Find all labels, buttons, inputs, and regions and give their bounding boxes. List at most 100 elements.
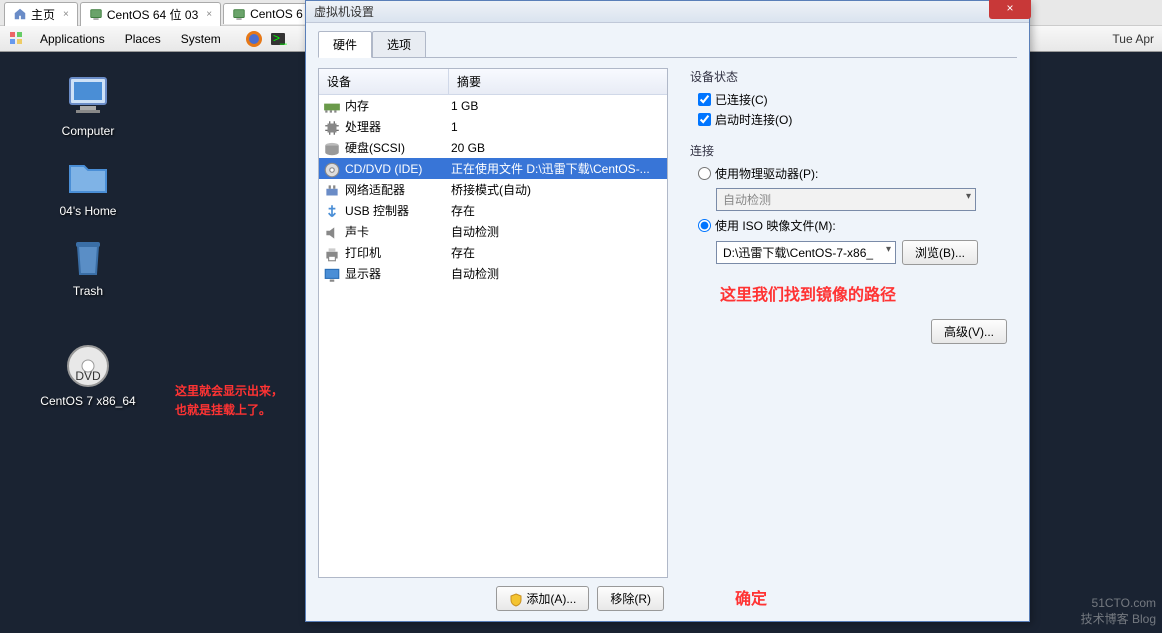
svg-text:DVD: DVD — [75, 369, 101, 383]
group-title: 连接 — [690, 142, 1013, 159]
vm-settings-dialog: 虚拟机设置 × 硬件 选项 设备 摘要 内存 — [305, 0, 1030, 622]
desktop-icon-label: CentOS 7 x86_64 — [38, 394, 138, 408]
dialog-titlebar[interactable]: 虚拟机设置 — [306, 1, 1029, 23]
hw-name: 处理器 — [345, 118, 451, 135]
hw-summary: 存在 — [451, 202, 663, 219]
hardware-header: 设备 摘要 — [319, 69, 667, 95]
remove-hardware-button[interactable]: 移除(R) — [597, 586, 664, 611]
firefox-icon[interactable] — [245, 30, 263, 48]
tab-vm-1[interactable]: CentOS 64 位 03 × — [80, 2, 221, 26]
hw-row-disk[interactable]: 硬盘(SCSI) 20 GB — [319, 137, 667, 158]
dialog-content: 设备 摘要 内存 1 GB 处理器 1 — [318, 58, 1017, 613]
checkbox-input[interactable] — [698, 113, 711, 126]
physical-drive-combo[interactable]: 自动检测 — [716, 188, 976, 211]
hw-name: 网络适配器 — [345, 181, 451, 198]
close-icon[interactable]: × — [206, 9, 212, 20]
tab-vm-2[interactable]: CentOS 6 — [223, 3, 312, 24]
shield-icon — [509, 593, 523, 607]
tab-label: CentOS 64 位 03 — [107, 6, 198, 23]
hw-row-network[interactable]: 网络适配器 桥接模式(自动) — [319, 179, 667, 200]
memory-icon — [323, 98, 341, 114]
add-button-label: 添加(A)... — [526, 592, 576, 606]
group-title: 设备状态 — [690, 68, 1013, 85]
col-device[interactable]: 设备 — [319, 69, 449, 94]
hw-name: CD/DVD (IDE) — [345, 162, 451, 176]
disk-icon — [323, 140, 341, 156]
device-config-panel: 设备状态 已连接(C) 启动时连接(O) 连接 使用物理驱动器(P — [686, 68, 1017, 613]
hw-summary: 1 — [451, 120, 663, 134]
desktop-icon-home[interactable]: 04's Home — [38, 152, 138, 218]
browse-button[interactable]: 浏览(B)... — [902, 240, 978, 265]
desktop-icon-trash[interactable]: Trash — [38, 232, 138, 298]
use-physical-radio[interactable]: 使用物理驱动器(P): — [698, 165, 1013, 182]
advanced-row: 高级(V)... — [690, 319, 1013, 344]
annotation-line: 这里就会显示出来， — [175, 382, 283, 401]
iso-path-combo[interactable]: D:\迅雷下载\CentOS-7-x86_ — [716, 241, 896, 264]
menu-system[interactable]: System — [173, 29, 229, 49]
desktop-icon-label: Trash — [38, 284, 138, 298]
physical-drive-combo-row: 自动检测 — [716, 188, 1013, 211]
cd-icon — [323, 161, 341, 177]
use-iso-radio[interactable]: 使用 ISO 映像文件(M): — [698, 217, 1013, 234]
hw-summary: 自动检测 — [451, 265, 663, 282]
tab-options[interactable]: 选项 — [372, 31, 426, 58]
hw-row-sound[interactable]: 声卡 自动检测 — [319, 221, 667, 242]
apps-icon[interactable] — [8, 30, 26, 48]
cpu-icon — [323, 119, 341, 135]
disc-icon: DVD — [64, 342, 112, 390]
clock[interactable]: Tue Apr — [1112, 32, 1154, 46]
menu-places[interactable]: Places — [117, 29, 169, 49]
tab-hardware[interactable]: 硬件 — [318, 31, 372, 58]
radio-input[interactable] — [698, 219, 711, 232]
network-icon — [323, 182, 341, 198]
hw-row-display[interactable]: 显示器 自动检测 — [319, 263, 667, 284]
computer-icon — [64, 72, 112, 120]
tab-label: 主页 — [31, 6, 55, 23]
dialog-title-text: 虚拟机设置 — [314, 3, 374, 20]
advanced-button[interactable]: 高级(V)... — [931, 319, 1007, 344]
dialog-tabs: 硬件 选项 — [318, 31, 1017, 58]
hw-row-printer[interactable]: 打印机 存在 — [319, 242, 667, 263]
annotation-confirm: 确定 — [735, 585, 767, 609]
connected-checkbox[interactable]: 已连接(C) — [698, 91, 1013, 108]
dialog-close-button[interactable]: × — [989, 0, 1031, 19]
checkbox-label: 已连接(C) — [715, 91, 768, 108]
col-summary[interactable]: 摘要 — [449, 69, 489, 94]
annotation-right: 这里我们找到镜像的路径 — [720, 283, 1013, 309]
hw-summary: 1 GB — [451, 99, 663, 113]
menu-applications[interactable]: Applications — [32, 29, 113, 49]
desktop-icon-computer[interactable]: Computer — [38, 72, 138, 138]
usb-icon — [323, 203, 341, 219]
close-icon[interactable]: × — [63, 9, 69, 20]
display-icon — [323, 266, 341, 282]
trash-icon — [64, 232, 112, 280]
hw-row-usb[interactable]: USB 控制器 存在 — [319, 200, 667, 221]
tab-label: CentOS 6 — [250, 7, 303, 21]
tab-home[interactable]: 主页 × — [4, 2, 78, 26]
hardware-list[interactable]: 内存 1 GB 处理器 1 硬盘(SCSI) 20 GB — [319, 95, 667, 577]
hw-row-cddvd[interactable]: CD/DVD (IDE) 正在使用文件 D:\迅雷下载\CentOS-... — [319, 158, 667, 179]
hw-row-cpu[interactable]: 处理器 1 — [319, 116, 667, 137]
hw-summary: 正在使用文件 D:\迅雷下载\CentOS-... — [451, 160, 663, 177]
hw-summary: 存在 — [451, 244, 663, 261]
connection-group: 连接 使用物理驱动器(P): 自动检测 使用 ISO 映像文件(M): D:\迅… — [690, 142, 1013, 265]
hw-name: 声卡 — [345, 223, 451, 240]
checkbox-input[interactable] — [698, 93, 711, 106]
hw-row-memory[interactable]: 内存 1 GB — [319, 95, 667, 116]
terminal-icon[interactable]: >_ — [269, 30, 287, 48]
hardware-buttons: 添加(A)... 移除(R) — [318, 578, 668, 613]
radio-input[interactable] — [698, 167, 711, 180]
svg-text:>_: >_ — [273, 31, 287, 45]
hw-summary: 自动检测 — [451, 223, 663, 240]
add-hardware-button[interactable]: 添加(A)... — [496, 586, 589, 611]
radio-label: 使用物理驱动器(P): — [715, 165, 818, 182]
folder-icon — [64, 152, 112, 200]
vm-icon — [89, 7, 103, 21]
radio-label: 使用 ISO 映像文件(M): — [715, 217, 836, 234]
hw-name: USB 控制器 — [345, 202, 451, 219]
connect-poweron-checkbox[interactable]: 启动时连接(O) — [698, 111, 1013, 128]
hw-name: 硬盘(SCSI) — [345, 139, 451, 156]
checkbox-label: 启动时连接(O) — [715, 111, 792, 128]
annotation-left: 这里就会显示出来， 也就是挂载上了。 — [175, 382, 283, 420]
desktop-icon-cd[interactable]: DVD CentOS 7 x86_64 — [38, 342, 138, 408]
